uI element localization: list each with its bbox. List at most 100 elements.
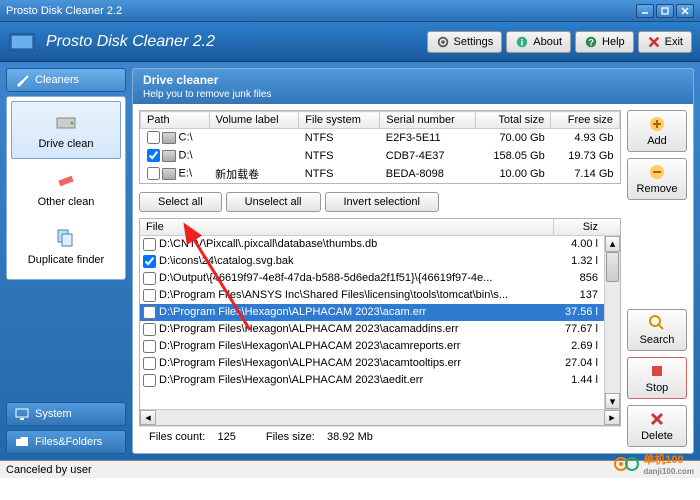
vertical-scrollbar[interactable]: ▴ ▾ bbox=[604, 236, 620, 410]
file-row[interactable]: D:\Program Files\Hexagon\ALPHACAM 2023\a… bbox=[140, 304, 604, 321]
action-buttons: Add Remove Search Stop Delete bbox=[627, 110, 687, 447]
file-row[interactable]: D:\Program Files\Hexagon\ALPHACAM 2023\a… bbox=[140, 321, 604, 338]
file-row[interactable]: D:\Program Files\Hexagon\ALPHACAM 2023\a… bbox=[140, 372, 604, 389]
files-size: 38.92 Mb bbox=[327, 431, 373, 443]
drive-row[interactable]: D:\NTFSCDB7-4E37158.05 Gb19.73 Gb bbox=[141, 147, 620, 165]
sidebar-item-duplicate-finder[interactable]: Duplicate finder bbox=[11, 217, 121, 275]
col-volume[interactable]: Volume label bbox=[209, 112, 299, 129]
exit-button[interactable]: Exit bbox=[638, 31, 692, 53]
file-row[interactable]: D:\icons\24\catalog.svg.bak1.32 l bbox=[140, 253, 604, 270]
monitor-icon bbox=[15, 407, 29, 421]
files-count: 125 bbox=[217, 431, 235, 443]
drive-icon bbox=[54, 110, 78, 134]
col-size[interactable]: Siz bbox=[554, 219, 604, 235]
drive-checkbox[interactable] bbox=[147, 131, 160, 144]
drive-row[interactable]: E:\新加载卷NTFSBEDA-809810.00 Gb7.14 Gb bbox=[141, 165, 620, 183]
search-button[interactable]: Search bbox=[627, 309, 687, 351]
delete-icon bbox=[648, 410, 666, 428]
eraser-icon bbox=[54, 168, 78, 192]
maximize-button[interactable] bbox=[656, 4, 674, 18]
cleaners-panel: Drive clean Other clean Duplicate finder bbox=[6, 96, 126, 280]
file-checkbox[interactable] bbox=[143, 374, 156, 387]
panel-header: Drive cleaner Help you to remove junk fi… bbox=[133, 69, 693, 104]
drive-icon bbox=[162, 132, 176, 144]
file-list[interactable]: D:\CNTV\Pixcall\.pixcall\database\thumbs… bbox=[140, 236, 604, 410]
file-checkbox[interactable] bbox=[143, 357, 156, 370]
file-checkbox[interactable] bbox=[143, 306, 156, 319]
col-free[interactable]: Free size bbox=[551, 112, 620, 129]
file-row[interactable]: D:\Program Files\Hexagon\ALPHACAM 2023\a… bbox=[140, 338, 604, 355]
sidebar-item-drive-clean[interactable]: Drive clean bbox=[11, 101, 121, 159]
stop-icon bbox=[648, 362, 666, 380]
main-area: Cleaners Drive clean Other clean Duplica… bbox=[0, 62, 700, 460]
watermark: 单机100danji100.com bbox=[613, 451, 694, 476]
tab-system[interactable]: System bbox=[6, 402, 126, 426]
settings-button[interactable]: Settings bbox=[427, 31, 503, 53]
col-serial[interactable]: Serial number bbox=[380, 112, 476, 129]
add-button[interactable]: Add bbox=[627, 110, 687, 152]
scroll-thumb[interactable] bbox=[606, 252, 619, 282]
gear-icon bbox=[436, 35, 450, 49]
close-button[interactable] bbox=[676, 4, 694, 18]
panel-subtitle: Help you to remove junk files bbox=[143, 89, 683, 100]
plus-icon bbox=[648, 115, 666, 133]
drive-checkbox[interactable] bbox=[147, 167, 160, 180]
select-all-button[interactable]: Select all bbox=[139, 192, 222, 212]
file-row[interactable]: D:\CNTV\Pixcall\.pixcall\database\thumbs… bbox=[140, 236, 604, 253]
minimize-button[interactable] bbox=[636, 4, 654, 18]
horizontal-scrollbar[interactable]: ◂ ▸ bbox=[140, 409, 620, 425]
stop-button[interactable]: Stop bbox=[627, 357, 687, 399]
file-checkbox[interactable] bbox=[143, 272, 156, 285]
app-title: Prosto Disk Cleaner 2.2 bbox=[46, 33, 427, 51]
drive-checkbox[interactable] bbox=[147, 149, 160, 162]
scroll-left-button[interactable]: ◂ bbox=[140, 410, 156, 425]
file-checkbox[interactable] bbox=[143, 255, 156, 268]
scroll-up-button[interactable]: ▴ bbox=[605, 236, 620, 252]
duplicate-icon bbox=[54, 226, 78, 250]
drive-icon bbox=[162, 168, 176, 180]
minus-icon bbox=[648, 163, 666, 181]
file-status-row: Files count: 125 Files size: 38.92 Mb bbox=[139, 426, 621, 447]
col-path[interactable]: Path bbox=[141, 112, 210, 129]
file-row[interactable]: D:\Program Files\ANSYS Inc\Shared Files\… bbox=[140, 287, 604, 304]
app-icon bbox=[8, 28, 36, 56]
remove-button[interactable]: Remove bbox=[627, 158, 687, 200]
svg-text:i: i bbox=[521, 37, 524, 48]
file-checkbox[interactable] bbox=[143, 340, 156, 353]
status-message: Canceled by user bbox=[6, 464, 92, 476]
drive-icon bbox=[162, 150, 176, 162]
content-panel: Drive cleaner Help you to remove junk fi… bbox=[132, 68, 694, 454]
col-fs[interactable]: File system bbox=[299, 112, 380, 129]
titlebar: Prosto Disk Cleaner 2.2 bbox=[0, 0, 700, 22]
unselect-all-button[interactable]: Unselect all bbox=[226, 192, 321, 212]
tab-cleaners[interactable]: Cleaners bbox=[6, 68, 126, 92]
folder-icon bbox=[15, 435, 29, 449]
brush-icon bbox=[15, 73, 29, 87]
col-total[interactable]: Total size bbox=[476, 112, 551, 129]
file-checkbox[interactable] bbox=[143, 238, 156, 251]
invert-selection-button[interactable]: Invert selectionl bbox=[325, 192, 439, 212]
window-buttons bbox=[636, 4, 694, 18]
file-row[interactable]: D:\Program Files\Hexagon\ALPHACAM 2023\a… bbox=[140, 355, 604, 372]
help-button[interactable]: ?Help bbox=[575, 31, 634, 53]
scroll-down-button[interactable]: ▾ bbox=[605, 393, 620, 409]
app-header: Prosto Disk Cleaner 2.2 Settings iAbout … bbox=[0, 22, 700, 62]
sidebar-item-other-clean[interactable]: Other clean bbox=[11, 159, 121, 217]
drive-table: Path Volume label File system Serial num… bbox=[139, 110, 621, 184]
window-title: Prosto Disk Cleaner 2.2 bbox=[6, 5, 636, 17]
file-checkbox[interactable] bbox=[143, 323, 156, 336]
close-icon bbox=[647, 35, 661, 49]
watermark-icon bbox=[613, 455, 639, 473]
file-row[interactable]: D:\Output\{46619f97-4e8f-47da-b588-5d6ed… bbox=[140, 270, 604, 287]
col-file[interactable]: File bbox=[140, 219, 554, 235]
help-icon: ? bbox=[584, 35, 598, 49]
drive-row[interactable]: C:\NTFSE2F3-5E1170.00 Gb4.93 Gb bbox=[141, 129, 620, 147]
statusbar: Canceled by user 单机100danji100.com bbox=[0, 460, 700, 478]
file-table: File Siz D:\CNTV\Pixcall\.pixcall\databa… bbox=[139, 218, 621, 427]
sidebar: Cleaners Drive clean Other clean Duplica… bbox=[6, 68, 126, 454]
delete-button[interactable]: Delete bbox=[627, 405, 687, 447]
tab-files-folders[interactable]: Files&Folders bbox=[6, 430, 126, 454]
file-checkbox[interactable] bbox=[143, 289, 156, 302]
scroll-right-button[interactable]: ▸ bbox=[604, 410, 620, 425]
about-button[interactable]: iAbout bbox=[506, 31, 571, 53]
